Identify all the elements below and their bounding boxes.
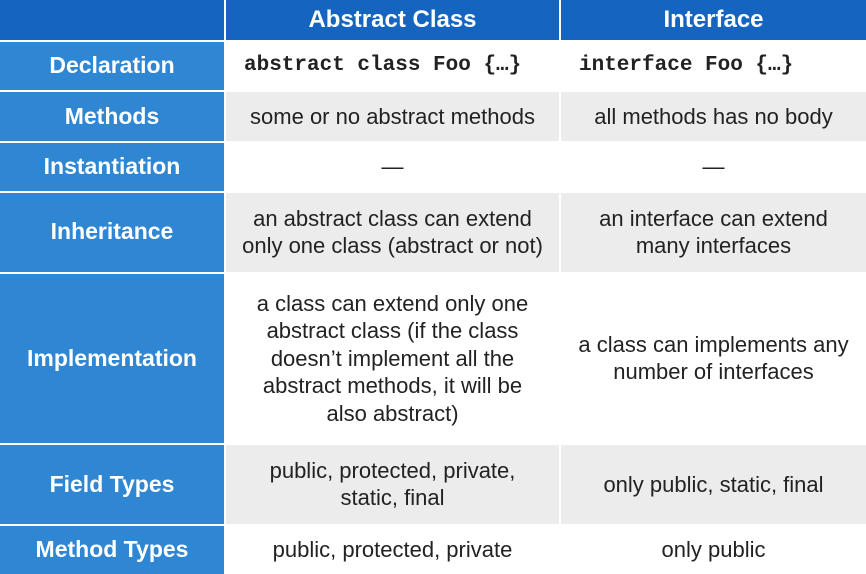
cell-instantiation-interface: — xyxy=(560,142,866,192)
cell-method-types-abstract: public, protected, private xyxy=(225,525,560,574)
cell-field-types-interface: only public, static, final xyxy=(560,444,866,525)
comparison-table: Abstract Class Interface Declaration abs… xyxy=(0,0,866,574)
table-header-row: Abstract Class Interface xyxy=(0,0,866,41)
cell-inheritance-interface: an interface can extend many interfaces xyxy=(560,192,866,273)
row-header-instantiation: Instantiation xyxy=(0,142,225,192)
cell-inheritance-abstract: an abstract class can extend only one cl… xyxy=(225,192,560,273)
row-inheritance: Inheritance an abstract class can extend… xyxy=(0,192,866,273)
row-header-implementation: Implementation xyxy=(0,273,225,445)
row-header-inheritance: Inheritance xyxy=(0,192,225,273)
row-field-types: Field Types public, protected, private, … xyxy=(0,444,866,525)
cell-implementation-interface: a class can implements any number of int… xyxy=(560,273,866,445)
cell-instantiation-abstract: — xyxy=(225,142,560,192)
row-declaration: Declaration abstract class Foo {…} inter… xyxy=(0,41,866,91)
row-implementation: Implementation a class can extend only o… xyxy=(0,273,866,445)
cell-implementation-abstract: a class can extend only one abstract cla… xyxy=(225,273,560,445)
cell-declaration-interface: interface Foo {…} xyxy=(560,41,866,91)
cell-methods-abstract: some or no abstract methods xyxy=(225,91,560,141)
row-header-methods: Methods xyxy=(0,91,225,141)
cell-field-types-abstract: public, protected, private, static, fina… xyxy=(225,444,560,525)
row-header-declaration: Declaration xyxy=(0,41,225,91)
row-methods: Methods some or no abstract methods all … xyxy=(0,91,866,141)
row-instantiation: Instantiation — — xyxy=(0,142,866,192)
col-header-interface: Interface xyxy=(560,0,866,41)
row-header-method-types: Method Types xyxy=(0,525,225,574)
col-header-abstract-class: Abstract Class xyxy=(225,0,560,41)
cell-method-types-interface: only public xyxy=(560,525,866,574)
row-header-field-types: Field Types xyxy=(0,444,225,525)
cell-declaration-abstract: abstract class Foo {…} xyxy=(225,41,560,91)
row-method-types: Method Types public, protected, private … xyxy=(0,525,866,574)
header-corner xyxy=(0,0,225,41)
cell-methods-interface: all methods has no body xyxy=(560,91,866,141)
